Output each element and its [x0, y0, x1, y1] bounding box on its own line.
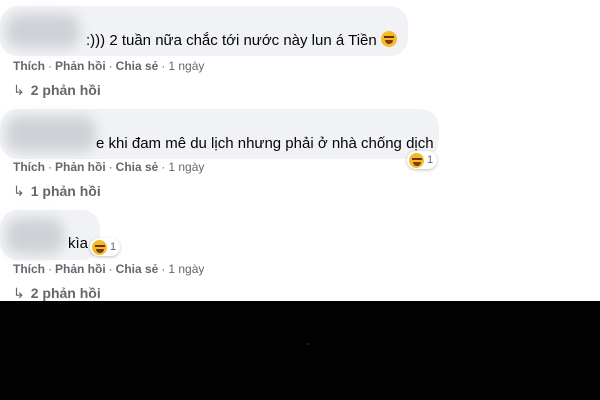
comment-text: e khi đam mê du lịch nhưng phải ở nhà ch… — [96, 135, 434, 152]
reply-arrow-icon: ↳ — [13, 285, 25, 301]
comment-actions: Thích · Phản hồi · Chia sẻ · 1 ngày — [13, 262, 205, 276]
comment-text: kìa — [68, 235, 89, 252]
comment-feed: :))) 2 tuần nữa chắc tới nước này lun á … — [0, 0, 600, 301]
dark-bottom-panel — [0, 301, 600, 400]
laughing-emoji-icon — [409, 152, 424, 168]
panel-dot — [307, 343, 309, 345]
reply-arrow-icon: ↳ — [13, 82, 25, 98]
share-button[interactable]: Chia sẻ — [116, 160, 159, 174]
comment-timestamp[interactable]: 1 ngày — [168, 160, 204, 174]
share-button[interactable]: Chia sẻ — [116, 262, 159, 276]
view-replies-link[interactable]: ↳ 2 phản hồi — [13, 82, 101, 99]
view-replies-link[interactable]: ↳ 2 phản hồi — [13, 285, 101, 301]
reply-button[interactable]: Phản hồi — [55, 262, 106, 276]
reaction-summary[interactable]: 1 — [407, 151, 438, 169]
like-button[interactable]: Thích — [13, 262, 45, 276]
laughing-emoji-icon — [92, 239, 107, 255]
comment-text: :))) 2 tuần nữa chắc tới nước này lun á … — [86, 31, 397, 49]
comment-actions: Thích · Phản hồi · Chia sẻ · 1 ngày — [13, 160, 205, 174]
reply-button[interactable]: Phản hồi — [55, 160, 106, 174]
blurred-author-name — [6, 218, 64, 254]
share-button[interactable]: Chia sẻ — [116, 59, 159, 73]
laughing-emoji-icon — [380, 31, 397, 47]
comment-timestamp[interactable]: 1 ngày — [168, 262, 204, 276]
blurred-author-name — [6, 116, 96, 152]
view-replies-link[interactable]: ↳ 1 phản hồi — [13, 183, 101, 200]
blurred-author-name — [6, 14, 80, 48]
reply-arrow-icon: ↳ — [13, 183, 25, 199]
like-button[interactable]: Thích — [13, 59, 45, 73]
reaction-summary[interactable]: 1 — [90, 238, 121, 256]
like-button[interactable]: Thích — [13, 160, 45, 174]
comment-actions: Thích · Phản hồi · Chia sẻ · 1 ngày — [13, 59, 205, 73]
comment-timestamp[interactable]: 1 ngày — [168, 59, 204, 73]
reply-button[interactable]: Phản hồi — [55, 59, 106, 73]
